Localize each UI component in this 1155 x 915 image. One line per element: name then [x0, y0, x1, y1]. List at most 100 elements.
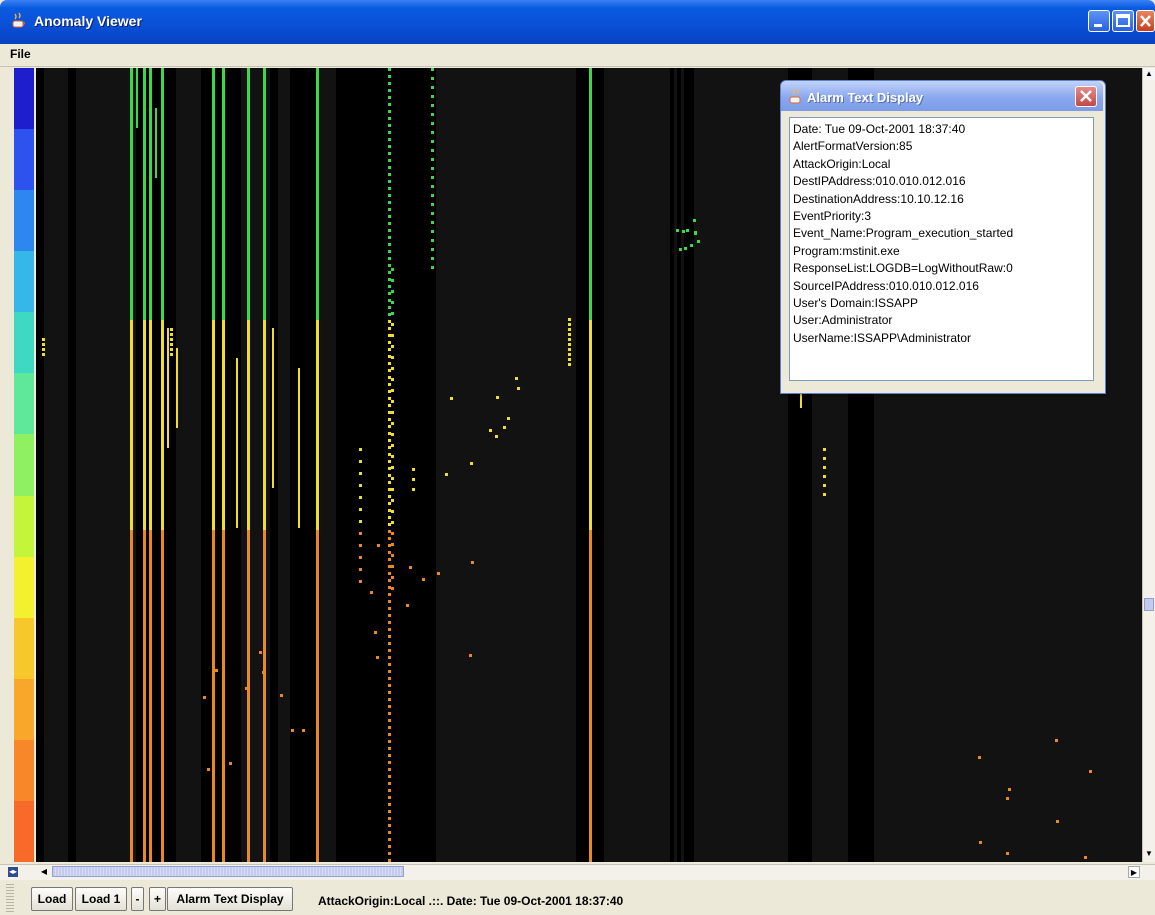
vertical-scrollbar[interactable]: ▲ ▼: [1142, 68, 1155, 862]
event-streak: [222, 542, 225, 548]
toolbar-grip[interactable]: [6, 884, 14, 912]
event-streak: [130, 560, 133, 566]
event-streak: [222, 200, 225, 206]
event-streak: [222, 698, 225, 704]
event-streak: [247, 782, 250, 788]
scroll-down-icon[interactable]: ▼: [1143, 848, 1155, 860]
scroll-up-icon[interactable]: ▲: [1143, 68, 1155, 80]
event-streak: [589, 416, 592, 422]
event-streak: [149, 656, 152, 662]
event-streak: [212, 164, 215, 170]
horizontal-scrollbar[interactable]: ◂▸ ◀ ▶: [0, 864, 1155, 880]
event-streak: [130, 368, 133, 374]
event-streak: [161, 104, 164, 110]
event-streak: [143, 776, 146, 782]
event-streak: [263, 368, 266, 374]
event-streak: [222, 770, 225, 776]
event-streak: [263, 86, 266, 92]
event-streak: [167, 370, 169, 376]
event-streak: [143, 98, 146, 104]
event-point: [388, 418, 391, 421]
alarm-text-line: UserName:ISSAPP\Administrator: [793, 330, 972, 345]
alarm-close-button[interactable]: [1075, 86, 1097, 107]
horizontal-scroll-thumb[interactable]: [52, 866, 404, 877]
event-streak: [143, 656, 146, 662]
scroll-right-icon[interactable]: ▶: [1128, 866, 1140, 878]
event-streak: [143, 368, 146, 374]
maximize-button[interactable]: [1112, 10, 1134, 32]
event-streak: [149, 86, 152, 92]
event-streak: [589, 296, 592, 302]
event-streak: [222, 164, 225, 170]
event-streak: [247, 626, 250, 632]
event-streak: [800, 400, 802, 406]
title-bar[interactable]: Anomaly Viewer: [0, 0, 1155, 44]
split-handle-icon[interactable]: ◂▸: [8, 867, 18, 877]
event-streak: [222, 704, 225, 710]
event-streak: [130, 794, 133, 800]
event-streak: [272, 460, 274, 466]
event-streak: [247, 704, 250, 710]
event-streak: [222, 278, 225, 284]
event-streak: [247, 308, 250, 314]
zoom-out-button[interactable]: -: [131, 887, 144, 911]
scroll-left-icon[interactable]: ◀: [38, 866, 50, 878]
event-streak: [130, 182, 133, 188]
event-streak: [263, 686, 266, 692]
event-streak: [149, 158, 152, 164]
vertical-scroll-thumb[interactable]: [1144, 598, 1154, 611]
load-1-button[interactable]: Load 1: [75, 887, 127, 911]
event-streak: [316, 212, 319, 218]
event-streak: [143, 560, 146, 566]
event-streak: [247, 596, 250, 602]
event-streak: [222, 464, 225, 470]
event-streak: [143, 578, 146, 584]
event-streak: [316, 824, 319, 830]
alarm-text-display-button[interactable]: Alarm Text Display: [167, 887, 293, 911]
event-streak: [800, 406, 802, 408]
event-point: [170, 328, 173, 331]
event-streak: [149, 848, 152, 854]
event-streak: [130, 830, 133, 836]
event-point: [388, 348, 391, 351]
event-streak: [247, 92, 250, 98]
event-streak: [167, 328, 169, 334]
event-streak: [263, 260, 266, 266]
alarm-title-bar[interactable]: Alarm Text Display: [781, 81, 1103, 111]
event-streak: [298, 512, 300, 518]
load-button[interactable]: Load: [31, 887, 73, 911]
event-streak: [316, 860, 319, 862]
event-streak: [247, 578, 250, 584]
event-streak: [149, 98, 152, 104]
event-streak: [143, 428, 146, 434]
event-streak: [149, 812, 152, 818]
event-point: [359, 580, 362, 583]
event-point: [388, 467, 391, 470]
event-streak: [236, 520, 238, 526]
zoom-in-button[interactable]: +: [149, 887, 166, 911]
event-point: [391, 488, 394, 491]
event-streak: [247, 452, 250, 458]
event-streak: [130, 284, 133, 290]
menu-file[interactable]: File: [10, 47, 31, 61]
event-streak: [161, 284, 164, 290]
event-streak: [161, 416, 164, 422]
event-streak: [263, 572, 266, 578]
event-streak: [236, 490, 238, 496]
event-streak: [589, 806, 592, 812]
event-streak: [143, 236, 146, 242]
event-point: [388, 124, 391, 127]
alarm-text-area[interactable]: Date: Tue 09-Oct-2001 18:37:40 AlertForma…: [789, 117, 1094, 381]
event-streak: [130, 506, 133, 512]
legend-swatch: [14, 68, 34, 131]
event-streak: [143, 788, 146, 794]
event-streak: [130, 770, 133, 776]
close-button[interactable]: [1136, 10, 1155, 32]
event-streak: [161, 806, 164, 812]
event-streak: [212, 404, 215, 410]
minimize-button[interactable]: [1088, 10, 1110, 32]
event-streak: [589, 566, 592, 572]
event-streak: [176, 402, 178, 408]
event-streak: [316, 236, 319, 242]
event-streak: [212, 278, 215, 284]
